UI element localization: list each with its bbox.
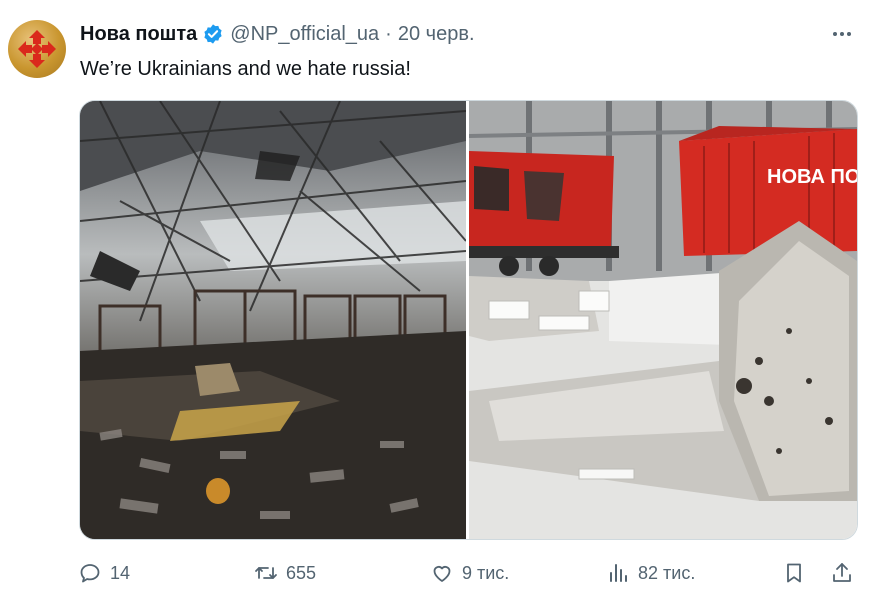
verified-icon — [204, 24, 222, 44]
avatar[interactable] — [8, 20, 66, 78]
tweet-header: Нова пошта @NP_official_ua · 20 черв. — [80, 20, 475, 48]
like-button[interactable]: 9 тис. — [430, 556, 509, 590]
warehouse-photo-image — [80, 101, 466, 539]
views-count: 82 тис. — [638, 562, 696, 583]
photo-warehouse[interactable] — [80, 101, 466, 539]
display-name[interactable]: Нова пошта — [80, 23, 197, 46]
more-icon — [833, 32, 851, 36]
views-icon — [610, 564, 627, 582]
views-button[interactable]: 82 тис. — [606, 556, 695, 590]
nova-poshta-logo-icon — [18, 30, 56, 68]
action-bar: 14 655 9 тис. 82 тис. — [78, 556, 858, 590]
like-icon — [433, 566, 451, 582]
trailer-text: НОВА ПОШ — [767, 166, 857, 188]
separator-dot: · — [385, 22, 392, 45]
reply-button[interactable]: 14 — [78, 556, 130, 590]
more-button[interactable] — [826, 22, 858, 46]
reply-count: 14 — [110, 562, 131, 583]
like-count: 9 тис. — [462, 562, 510, 583]
photo-trailers[interactable]: НОВА ПОШ — [469, 101, 857, 539]
bookmark-icon — [787, 563, 801, 583]
reply-icon — [80, 564, 100, 583]
tweet[interactable]: Нова пошта @NP_official_ua · 20 черв. We… — [0, 0, 874, 607]
bookmark-button[interactable] — [782, 556, 814, 590]
handle[interactable]: @NP_official_ua — [230, 23, 379, 46]
share-button[interactable] — [830, 556, 862, 590]
timestamp[interactable]: 20 черв. — [398, 23, 475, 46]
retweet-button[interactable]: 655 — [254, 556, 316, 590]
trailers-photo-image: НОВА ПОШ — [469, 101, 857, 539]
media-grid: НОВА ПОШ — [79, 100, 858, 540]
share-icon — [833, 563, 851, 582]
retweet-count: 655 — [286, 562, 317, 583]
retweet-icon — [255, 567, 277, 579]
tweet-text: We’re Ukrainians and we hate russia! — [80, 58, 411, 80]
